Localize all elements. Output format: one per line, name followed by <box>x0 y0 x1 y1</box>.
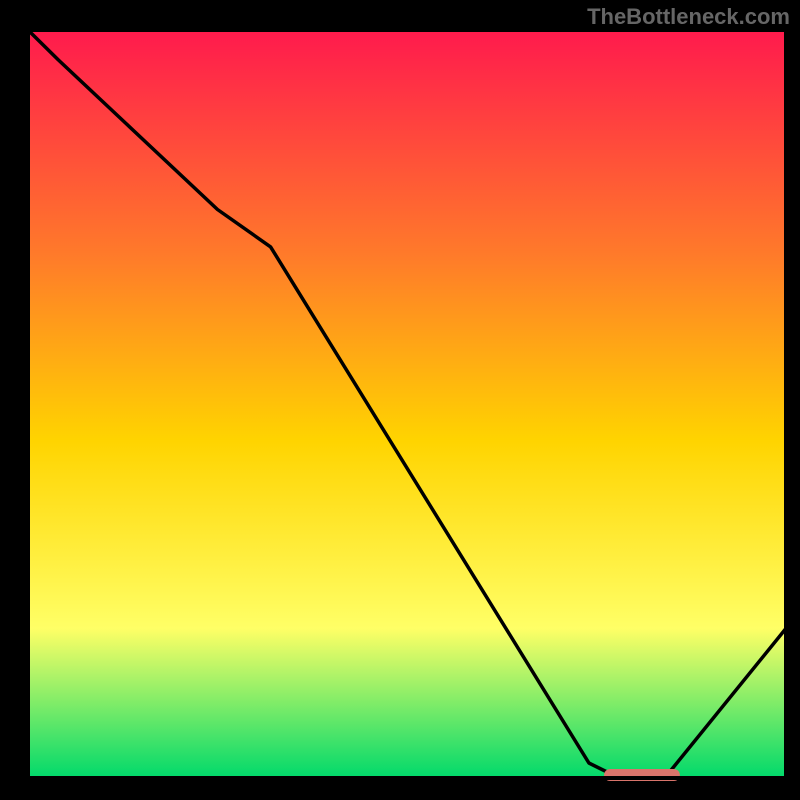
chart-container: { "watermark": "TheBottleneck.com", "cha… <box>0 0 800 800</box>
watermark-text: TheBottleneck.com <box>587 4 790 30</box>
bottleneck-chart <box>0 0 800 800</box>
plot-area <box>28 30 786 778</box>
gradient-background <box>28 30 786 778</box>
